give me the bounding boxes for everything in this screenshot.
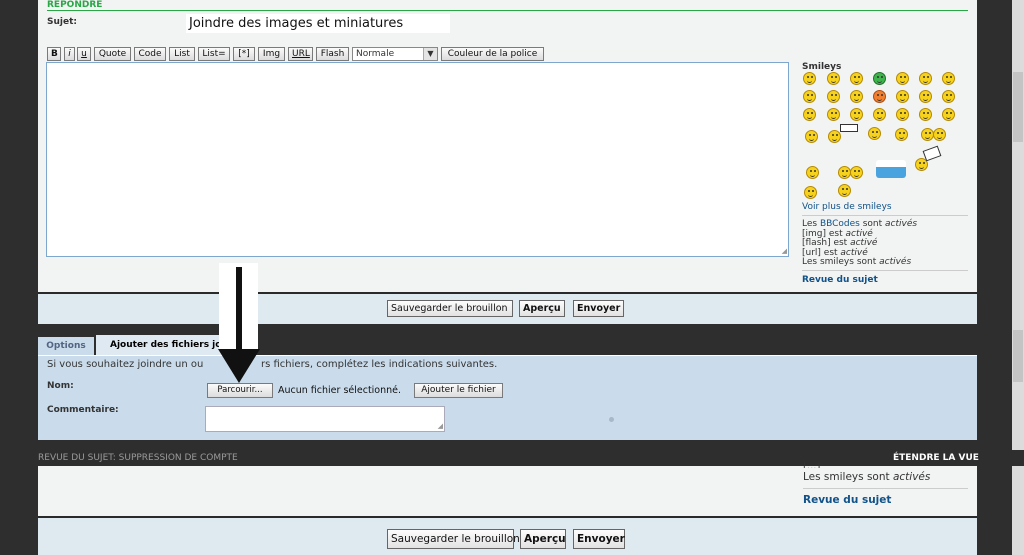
smiley-icon[interactable]	[896, 72, 909, 85]
smiley-icon[interactable]	[919, 90, 932, 103]
smiley-icon[interactable]	[868, 127, 881, 140]
send-button[interactable]: Envoyer	[573, 300, 624, 317]
review-topic-link[interactable]: Revue du sujet	[802, 275, 878, 285]
no-file-selected-text: Aucun fichier sélectionné.	[278, 385, 402, 396]
save-draft-button[interactable]: Sauvegarder le brouillon	[387, 300, 513, 317]
smiley-icon[interactable]	[896, 90, 909, 103]
status-rule	[802, 270, 968, 271]
attachments-intro-left: Si vous souhaitez joindre un ou	[47, 359, 204, 370]
smiley-icon[interactable]	[827, 90, 840, 103]
flash-sign-icon	[840, 124, 858, 132]
smiley-icon[interactable]	[803, 72, 816, 85]
lower-status-rule	[803, 488, 968, 489]
lower-save-draft-button[interactable]: Sauvegarder le brouillon	[387, 529, 520, 549]
subject-label: Sujet:	[47, 17, 77, 27]
smiley-icon[interactable]	[933, 128, 946, 141]
down-arrow-icon	[218, 267, 260, 383]
font-size-value: Normale	[356, 49, 395, 59]
smiley-icon[interactable]	[850, 108, 863, 121]
lower-status-partial: [...]	[803, 462, 821, 468]
swimming-smiley-icon[interactable]	[876, 160, 906, 178]
smiley-icon[interactable]	[919, 72, 932, 85]
comment-label: Commentaire:	[47, 405, 119, 415]
smiley-icon[interactable]	[838, 184, 851, 197]
options-tab[interactable]: Options	[38, 337, 94, 355]
smiley-icon[interactable]	[806, 166, 819, 179]
italic-button[interactable]: i	[64, 47, 75, 61]
quote-button[interactable]: Quote	[94, 47, 131, 61]
smiley-icon[interactable]	[850, 90, 863, 103]
message-textarea[interactable]: ◢	[46, 62, 789, 257]
lower-smileys-status: Les smileys sont activés	[803, 471, 931, 483]
font-size-select[interactable]: Normale ▼	[352, 47, 438, 61]
url-button[interactable]: URL	[288, 47, 313, 61]
resize-grip-icon[interactable]: ◢	[782, 248, 787, 255]
bbcodes-link[interactable]: BBCodes	[820, 219, 860, 229]
smiley-icon[interactable]	[895, 128, 908, 141]
bbcode-status: Les BBCodes sont activés [img] est activ…	[802, 219, 917, 268]
list-button[interactable]: List	[169, 47, 195, 61]
smiley-icon[interactable]	[942, 108, 955, 121]
preview-button[interactable]: Aperçu	[519, 300, 565, 317]
smiley-icon[interactable]	[803, 90, 816, 103]
section-rule	[47, 10, 968, 11]
smiley-icon[interactable]	[827, 108, 840, 121]
expand-view-link[interactable]: ÉTENDRE LA VUE	[893, 453, 979, 463]
smiley-icon[interactable]	[873, 72, 886, 85]
chevron-down-icon: ▼	[423, 48, 437, 60]
smileys-status-line: Les smileys sont activés	[802, 257, 912, 268]
smiley-icon[interactable]	[873, 108, 886, 121]
flash-button[interactable]: Flash	[316, 47, 349, 61]
img-button[interactable]: Img	[258, 47, 285, 61]
comment-textarea[interactable]: ◢	[205, 406, 445, 432]
right-scrollbar-thumb-lower[interactable]	[1013, 330, 1023, 382]
smiley-icon[interactable]	[805, 130, 818, 143]
smileys-rule	[802, 215, 968, 216]
smiley-icon[interactable]	[942, 90, 955, 103]
more-smileys-link[interactable]: Voir plus de smileys	[802, 202, 892, 212]
subject-input[interactable]: Joindre des images et miniatures	[186, 14, 450, 33]
name-label: Nom:	[47, 381, 74, 391]
ordered-list-button[interactable]: List=	[198, 47, 230, 61]
smileys-title: Smileys	[802, 62, 842, 72]
list-item-button[interactable]: [*]	[233, 47, 255, 61]
font-color-button[interactable]: Couleur de la police	[441, 47, 544, 61]
cursor-dot	[609, 417, 614, 422]
smiley-icon[interactable]	[804, 186, 817, 199]
review-topic-heading: REVUE DU SUJET: SUPPRESSION DE COMPTE	[38, 453, 238, 463]
attachments-intro-right: rs fichiers, complétez les indications s…	[261, 359, 498, 370]
bold-button[interactable]: B	[47, 47, 61, 61]
resize-grip-icon[interactable]: ◢	[438, 423, 443, 430]
section-label-reply: RÉPONDRE	[47, 0, 103, 10]
smiley-icon[interactable]	[850, 72, 863, 85]
browse-button[interactable]: Parcourir...	[207, 383, 273, 398]
smiley-icon[interactable]	[850, 166, 863, 179]
code-button[interactable]: Code	[134, 47, 166, 61]
smiley-icon[interactable]	[803, 108, 816, 121]
smiley-icon[interactable]	[942, 72, 955, 85]
underline-button[interactable]: u	[77, 47, 91, 61]
smiley-icon[interactable]	[919, 108, 932, 121]
right-scrollbar-thumb[interactable]	[1013, 72, 1023, 142]
lower-send-button[interactable]: Envoyer	[573, 529, 625, 549]
smiley-icon[interactable]	[873, 90, 886, 103]
smiley-icon[interactable]	[896, 108, 909, 121]
lower-review-topic-link[interactable]: Revue du sujet	[803, 494, 891, 506]
add-file-button[interactable]: Ajouter le fichier	[414, 383, 503, 398]
smiley-icon[interactable]	[827, 72, 840, 85]
lower-preview-button[interactable]: Aperçu	[520, 529, 566, 549]
